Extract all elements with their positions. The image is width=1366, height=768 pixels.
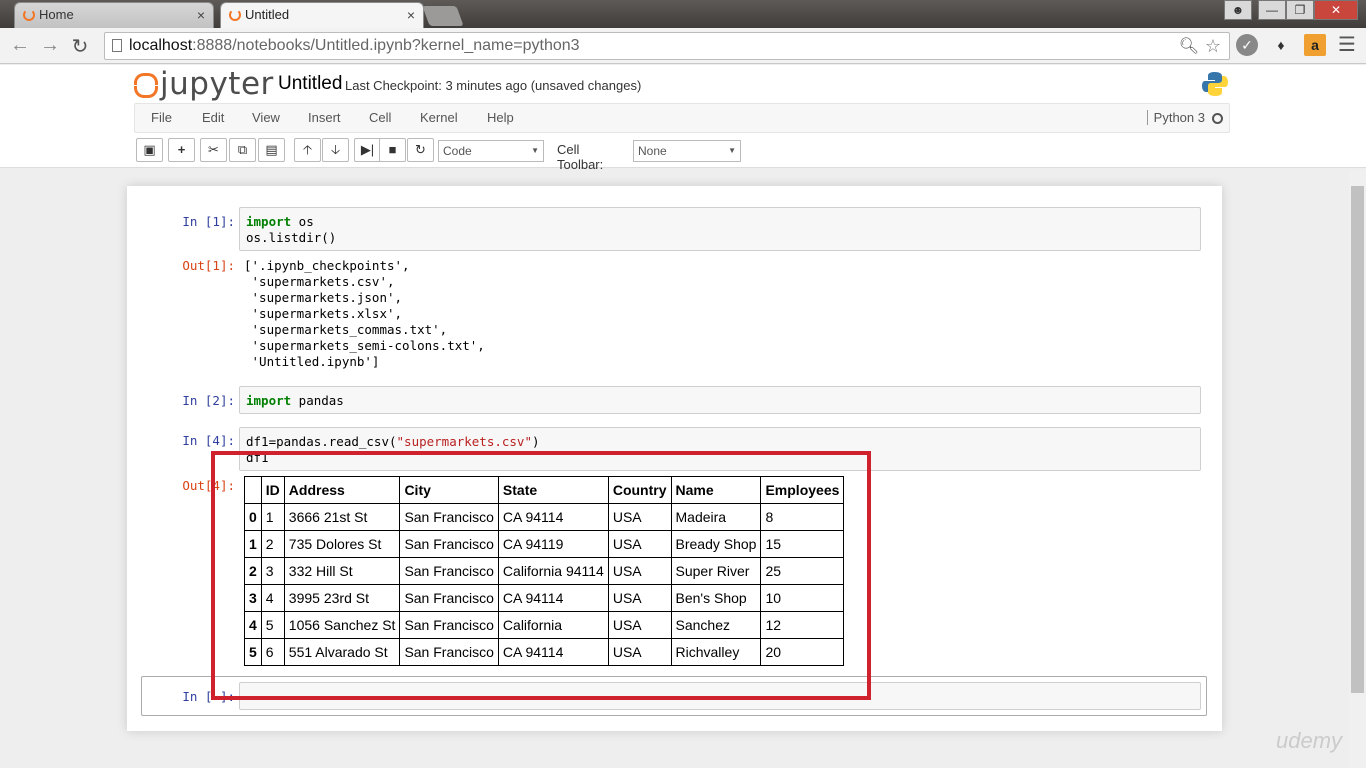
code-cell-input[interactable]: import pandas (239, 386, 1201, 414)
window-close-button[interactable]: ✕ (1314, 0, 1358, 20)
interrupt-icon[interactable]: ■ (379, 138, 406, 162)
close-icon[interactable]: × (197, 3, 205, 27)
reload-icon[interactable]: ↻ (68, 34, 92, 59)
code-keyword: import (246, 393, 292, 408)
code-string: "supermarkets.csv" (396, 434, 532, 449)
cell-type-value: Code (443, 144, 472, 158)
menu-kernel[interactable]: Kernel (420, 110, 458, 125)
cell-toolbar-label: Cell Toolbar: (557, 142, 604, 172)
jupyter-logo-text: jupyter (160, 66, 274, 102)
move-up-icon[interactable]: 🡡 (294, 138, 321, 162)
code-text: os.listdir() (246, 230, 337, 245)
move-down-icon[interactable]: 🡣 (322, 138, 349, 162)
jupyter-logo-icon (134, 71, 158, 98)
amazon-extension-icon[interactable]: a (1304, 34, 1326, 56)
notebook-title[interactable]: Untitled (278, 73, 342, 95)
cell-prompt: In [2]: (182, 393, 235, 408)
tab-untitled-label: Untitled (245, 7, 290, 22)
extension-check-icon[interactable]: ✓ (1236, 34, 1258, 56)
url-host: localhost (129, 37, 193, 54)
copy-icon[interactable]: ⧉ (229, 138, 256, 162)
jupyter-favicon-icon (23, 9, 35, 21)
tab-untitled[interactable]: Untitled × (220, 2, 424, 28)
browser-tab-strip: Home × Untitled × ☻ — ❐ ✕ (0, 0, 1366, 28)
cell-toolbar-select[interactable]: None ▼ (633, 140, 741, 162)
code-text: os (291, 214, 314, 229)
cut-icon[interactable]: ✂ (200, 138, 227, 162)
jupyter-favicon-icon (229, 9, 241, 21)
user-icon[interactable]: ☻ (1224, 0, 1252, 20)
kernel-idle-icon (1212, 113, 1223, 124)
menu-file[interactable]: File (151, 110, 172, 125)
cell-type-select[interactable]: Code ▼ (438, 140, 544, 162)
bookmark-star-icon[interactable]: ☆ (1205, 33, 1221, 59)
menu-view[interactable]: View (252, 110, 280, 125)
code-text: df1=pandas.read_csv( (246, 434, 397, 449)
insert-cell-icon[interactable]: + (168, 138, 195, 162)
url-path: :8888/notebooks/Untitled.ipynb?kernel_na… (192, 37, 580, 54)
minimize-button[interactable]: — (1258, 0, 1286, 20)
code-cell-input[interactable]: import os os.listdir() (239, 207, 1201, 251)
zoom-icon[interactable]: 🔍︎ (1179, 34, 1199, 60)
page-icon (112, 39, 122, 52)
menu-help[interactable]: Help (487, 110, 514, 125)
notebook-menubar: File Edit View Insert Cell Kernel Help P… (134, 103, 1230, 133)
extension-puzzle-icon[interactable]: ♦ (1270, 34, 1292, 56)
chevron-down-icon: ▼ (531, 146, 539, 155)
run-cell-icon[interactable]: ▶| (354, 138, 381, 162)
tab-home-label: Home (39, 7, 74, 22)
checkpoint-status: Last Checkpoint: 3 minutes ago (unsaved … (345, 78, 642, 93)
menu-cell[interactable]: Cell (369, 110, 391, 125)
annotation-highlight-box (211, 451, 871, 700)
code-text: ) (531, 434, 540, 449)
jupyter-logo[interactable]: jupyter (134, 66, 274, 102)
page-scrollbar[interactable] (1349, 170, 1366, 768)
watermark-text: udemy (1276, 728, 1343, 753)
menu-insert[interactable]: Insert (308, 110, 341, 125)
browser-toolbar: ← → ↻ localhost:8888/notebooks/Untitled.… (0, 28, 1366, 64)
python-logo-icon (1202, 72, 1228, 96)
chevron-down-icon: ▼ (728, 146, 736, 155)
close-icon[interactable]: × (407, 3, 415, 27)
back-icon[interactable]: ← (8, 34, 32, 57)
menu-icon[interactable]: ☰ (1336, 34, 1358, 56)
scrollbar-thumb[interactable] (1351, 186, 1364, 693)
cell-prompt: In [4]: (182, 433, 235, 448)
cell-output-text: ['.ipynb_checkpoints', 'supermarkets.csv… (244, 258, 485, 369)
maximize-button[interactable]: ❐ (1286, 0, 1314, 20)
output-prompt: Out[1]: (182, 258, 235, 273)
new-tab-button[interactable] (422, 6, 464, 26)
jupyter-header: jupyter Untitled Last Checkpoint: 3 minu… (0, 65, 1366, 172)
kernel-name: Python 3 (1146, 110, 1205, 125)
menu-edit[interactable]: Edit (202, 110, 224, 125)
code-text: pandas (291, 393, 344, 408)
address-bar[interactable]: localhost:8888/notebooks/Untitled.ipynb?… (104, 32, 1230, 60)
code-keyword: import (246, 214, 292, 229)
paste-icon[interactable]: ▤ (258, 138, 285, 162)
restart-icon[interactable]: ↻ (407, 138, 434, 162)
cell-toolbar-value: None (638, 144, 667, 158)
window-controls: ☻ — ❐ ✕ (1224, 0, 1358, 20)
cell-prompt: In [1]: (182, 214, 235, 229)
forward-icon[interactable]: → (38, 34, 62, 57)
tab-home[interactable]: Home × (14, 2, 214, 28)
save-icon[interactable]: ▣ (136, 138, 163, 162)
